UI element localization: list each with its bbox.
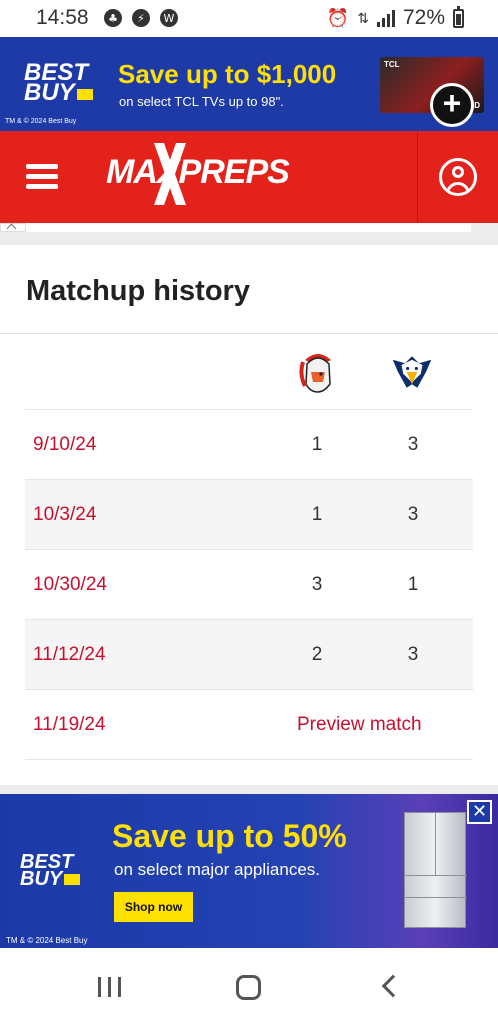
section-gap (0, 785, 498, 794)
system-icons: ⏰ ⇅ 72% (326, 5, 464, 30)
away-score: 3 (407, 434, 419, 455)
close-icon[interactable]: ✕ (467, 800, 492, 824)
best-buy-logo: BEST BUY (20, 852, 81, 890)
brand-line-2: BUY (20, 868, 63, 890)
away-score: 3 (407, 504, 419, 525)
table-row[interactable]: 10/30/24 3 1 (25, 550, 473, 620)
hamburger-icon[interactable] (26, 164, 58, 190)
table-row[interactable]: 11/12/24 2 3 (25, 620, 473, 690)
table-row[interactable]: 11/19/24 Preview match (25, 690, 473, 760)
eagle-icon[interactable] (391, 350, 433, 394)
status-bar: 14:58 ♣ ⚡ W ⏰ ⇅ 72% (0, 0, 498, 37)
spartan-helmet-icon[interactable] (297, 350, 339, 394)
away-score: 1 (407, 574, 419, 595)
matchup-history-card: Matchup history 9/10/24 1 3 10/3/24 1 3 … (0, 245, 498, 785)
recent-apps-icon[interactable] (98, 977, 121, 997)
signal-icon (376, 9, 395, 27)
collapse-icon[interactable] (0, 223, 26, 232)
preview-match-link[interactable]: Preview match (297, 714, 422, 736)
bottom-banner-ad[interactable]: BEST BUY Save up to 50% on select major … (0, 794, 498, 948)
notification-app-icon: ♣ (104, 9, 122, 27)
ad-headline: Save up to 50% (112, 818, 347, 854)
back-icon[interactable] (380, 975, 396, 991)
ad-legal: TM & © 2024 Best Buy (6, 936, 88, 945)
brand-line-2: BUY (24, 79, 75, 107)
tv-brand: TCL (384, 60, 400, 69)
site-header: MAXPREPS (0, 131, 498, 223)
ad-subtext: on select TCL TVs up to 98". (119, 94, 284, 109)
ad-legal: TM & © 2024 Best Buy (5, 118, 77, 125)
home-score: 3 (311, 574, 323, 595)
away-score: 3 (407, 644, 419, 665)
game-date[interactable]: 11/12/24 (33, 644, 106, 666)
table-row[interactable]: 10/3/24 1 3 (25, 480, 473, 550)
game-date[interactable]: 11/19/24 (33, 714, 106, 736)
user-icon[interactable] (439, 158, 477, 196)
ad-subtext: on select major appliances. (114, 860, 321, 879)
notification-bolt-icon: ⚡ (132, 9, 150, 27)
top-banner-ad[interactable]: BEST BUY Save up to $1,000 on select TCL… (0, 37, 498, 131)
maxpreps-logo[interactable]: MAXPREPS (106, 153, 290, 192)
clock: 14:58 (36, 6, 89, 29)
table-row[interactable]: 9/10/24 1 3 (25, 410, 473, 480)
notification-icons: ♣ ⚡ W (104, 9, 178, 27)
section-title: Matchup history (26, 275, 250, 307)
alarm-icon: ⏰ (326, 7, 350, 28)
plus-circle-icon[interactable]: + (430, 83, 474, 127)
refrigerator-image (404, 812, 467, 928)
shop-now-button[interactable]: Shop now (114, 892, 193, 922)
game-date[interactable]: 9/10/24 (33, 434, 96, 456)
battery-icon (453, 5, 464, 28)
battery-percent: 72% (402, 6, 445, 29)
header-divider (417, 131, 418, 223)
ad-headline: Save up to $1,000 (118, 59, 337, 89)
data-transfer-icon: ⇅ (357, 9, 369, 26)
best-buy-logo: BEST BUY (24, 60, 93, 107)
home-score: 2 (311, 644, 323, 665)
home-icon[interactable] (236, 975, 261, 1000)
game-date[interactable]: 10/3/24 (33, 504, 96, 526)
home-score: 1 (311, 434, 323, 455)
game-date[interactable]: 10/30/24 (33, 574, 107, 596)
home-score: 1 (311, 504, 323, 525)
wordpress-icon: W (160, 9, 178, 27)
team-logos-row (25, 334, 473, 410)
system-nav-bar (0, 948, 498, 1023)
ad-collapse-strip (0, 223, 498, 245)
